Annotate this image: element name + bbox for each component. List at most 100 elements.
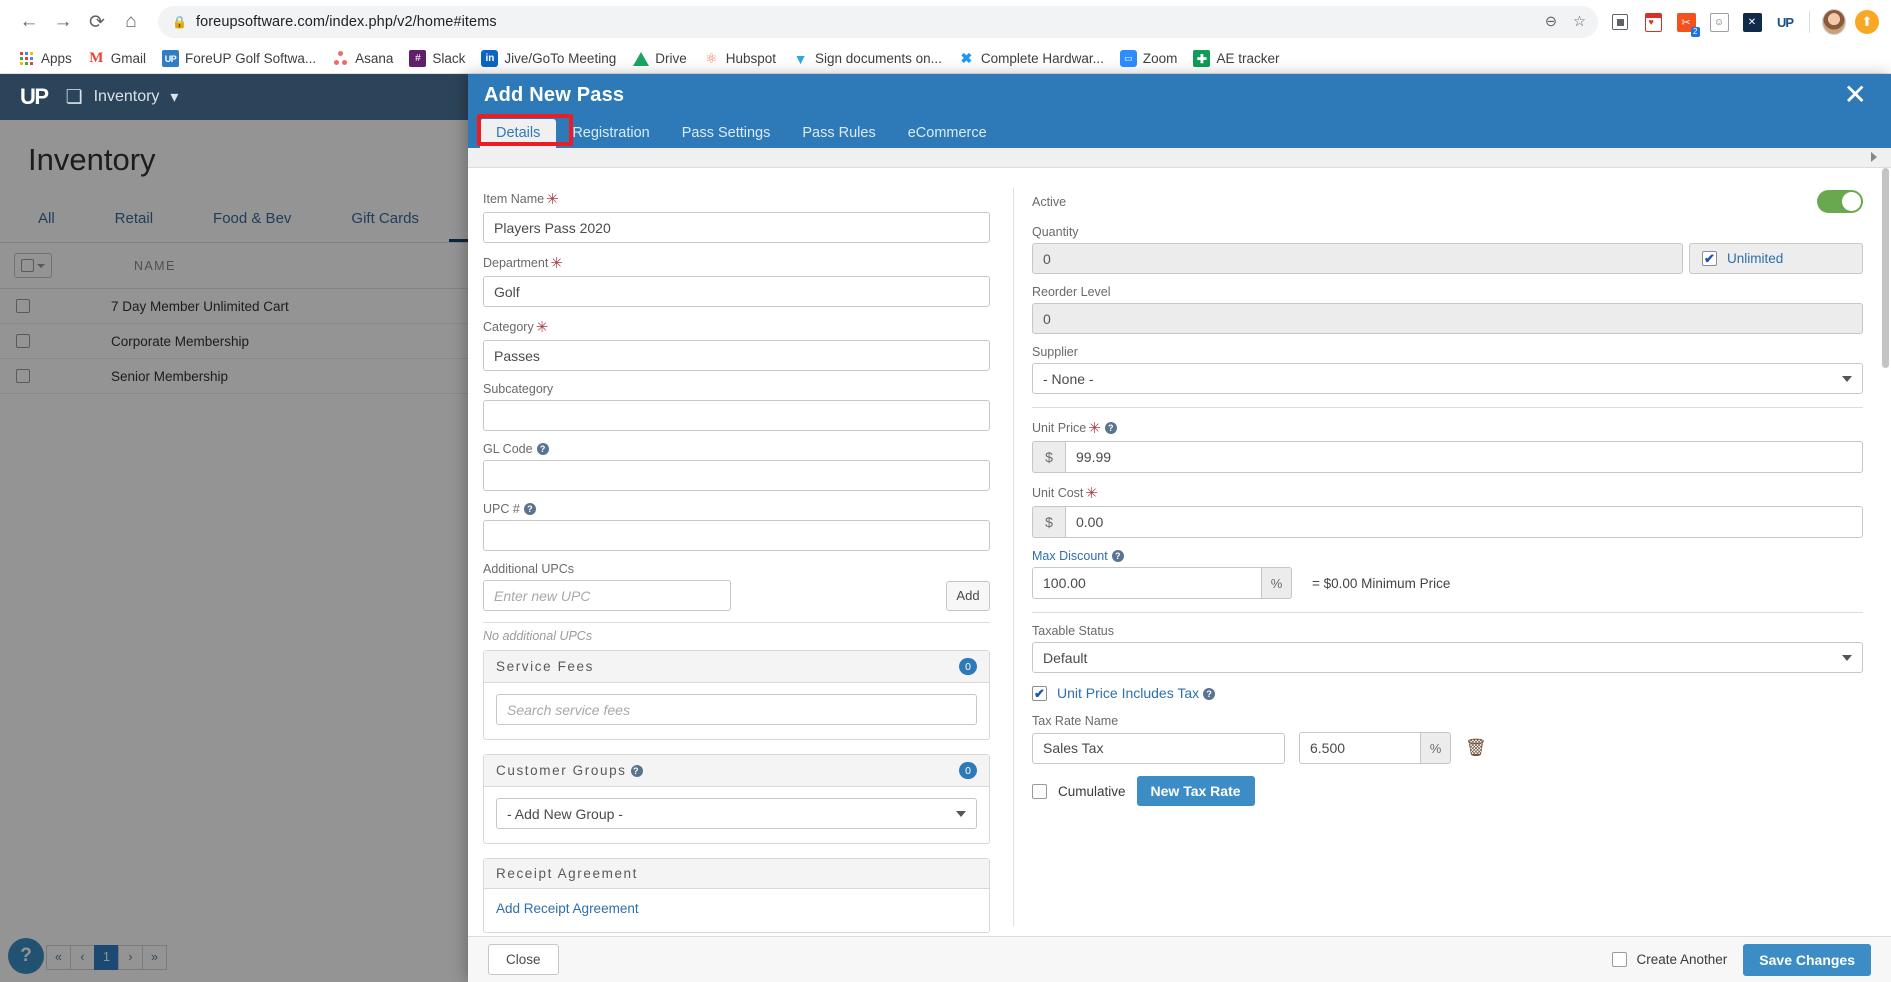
max-discount-field: Max Discount? 100.00 % = $0.00 Minimum P…: [1032, 549, 1863, 599]
foreup-extension-icon[interactable]: UP: [1773, 10, 1797, 34]
item-name-input[interactable]: Players Pass 2020: [483, 212, 990, 243]
subcategory-input[interactable]: [483, 400, 990, 431]
percent-suffix: %: [1261, 567, 1292, 599]
add-new-pass-modal: Add New Pass ✕ Details Registration Pass…: [468, 74, 1891, 982]
create-another-checkbox[interactable]: [1612, 952, 1628, 967]
bookmark-foreup[interactable]: UP ForeUP Golf Softwa...: [155, 47, 323, 70]
bookmark-label: Slack: [432, 51, 466, 66]
nav-item-inventory[interactable]: ❏ Inventory ▾: [66, 86, 179, 109]
help-icon[interactable]: ?: [1203, 688, 1216, 700]
save-changes-button[interactable]: Save Changes: [1743, 943, 1871, 976]
avatar[interactable]: [1822, 9, 1846, 35]
item-name-field: Item Name ✳ Players Pass 2020: [483, 190, 990, 243]
create-another-label: Create Another: [1636, 952, 1728, 967]
bookmark-label: Asana: [355, 51, 394, 66]
taxable-status-field: Taxable Status Default: [1032, 624, 1863, 673]
active-toggle[interactable]: [1817, 190, 1863, 213]
tab-registration[interactable]: Registration: [556, 119, 665, 148]
forward-icon[interactable]: →: [46, 5, 80, 39]
max-discount-row: 100.00 % = $0.00 Minimum Price: [1032, 567, 1863, 599]
bookmark-hubspot[interactable]: ⚛ Hubspot: [696, 47, 783, 70]
customer-group-select[interactable]: - Add New Group -: [496, 798, 977, 829]
quantity-input[interactable]: 0: [1032, 243, 1683, 274]
supplier-label: Supplier: [1032, 345, 1078, 359]
bookmark-ae-tracker[interactable]: ✚ AE tracker: [1186, 47, 1286, 70]
help-icon[interactable]: ?: [630, 765, 643, 777]
help-icon[interactable]: ?: [536, 443, 549, 455]
taxable-status-label: Taxable Status: [1032, 624, 1114, 638]
bookmark-apps[interactable]: Apps: [11, 47, 79, 70]
extension-navy-icon[interactable]: ✕: [1740, 10, 1764, 34]
screen-capture-icon[interactable]: [1608, 10, 1632, 34]
cumulative-checkbox[interactable]: [1032, 783, 1047, 799]
back-icon[interactable]: ←: [12, 5, 46, 39]
reload-icon[interactable]: ⟳: [80, 5, 114, 39]
department-input[interactable]: Golf: [483, 276, 990, 307]
home-icon[interactable]: ⌂: [114, 5, 148, 39]
trash-icon[interactable]: 🗑: [1465, 738, 1487, 758]
browser-menu-icon[interactable]: ⬆: [1855, 10, 1879, 34]
tab-details[interactable]: Details: [480, 119, 557, 148]
tab-pass-settings[interactable]: Pass Settings: [666, 119, 787, 148]
bookmark-jive[interactable]: in Jive/GoTo Meeting: [474, 47, 623, 70]
supplier-select[interactable]: - None -: [1032, 363, 1863, 394]
foreup-logo[interactable]: UP: [20, 84, 49, 110]
bookmark-complete-hardware[interactable]: ✖ Complete Hardwar...: [951, 47, 1111, 70]
modal-backdrop[interactable]: [0, 120, 468, 982]
max-discount-input[interactable]: 100.00: [1032, 567, 1261, 599]
upc-input[interactable]: [483, 520, 990, 551]
unit-price-includes-tax-checkbox[interactable]: ✔: [1032, 685, 1047, 701]
tab-ecommerce[interactable]: eCommerce: [892, 119, 1003, 148]
bookmark-sign-documents[interactable]: ▼ Sign documents on...: [785, 47, 949, 70]
address-bar[interactable]: 🔒 foreupsoftware.com/index.php/v2/home#i…: [158, 6, 1598, 38]
no-additional-upcs-text: No additional UPCs: [483, 629, 593, 643]
taxable-status-select[interactable]: Default: [1032, 642, 1863, 673]
divider: [1032, 612, 1863, 613]
star-icon[interactable]: ☆: [1573, 14, 1586, 30]
max-discount-label[interactable]: Max Discount?: [1032, 549, 1863, 563]
scroll-right-icon[interactable]: [1871, 152, 1877, 162]
bookmark-drive[interactable]: Drive: [625, 47, 694, 70]
extension-orange-icon[interactable]: ✂ 2: [1674, 10, 1700, 37]
unlimited-checkbox-group[interactable]: ✔ Unlimited: [1689, 243, 1863, 274]
service-fees-body: Search service fees: [484, 683, 989, 739]
unit-price-input[interactable]: 99.99: [1065, 441, 1863, 473]
additional-upc-input[interactable]: Enter new UPC: [483, 580, 731, 611]
reorder-level-input[interactable]: 0: [1032, 303, 1863, 334]
chevron-down-icon: [1842, 654, 1852, 661]
close-button[interactable]: Close: [488, 944, 559, 975]
tab-pass-rules[interactable]: Pass Rules: [786, 119, 891, 148]
active-row: Active: [1032, 190, 1863, 213]
tax-rate-percent-input[interactable]: 6.500: [1299, 732, 1420, 764]
new-tax-rate-button[interactable]: New Tax Rate: [1136, 776, 1255, 806]
password-manager-icon[interactable]: [1641, 10, 1665, 34]
zoom-out-icon[interactable]: ⊖: [1545, 14, 1557, 30]
scrollbar[interactable]: [1882, 168, 1889, 728]
bookmark-slack[interactable]: # Slack: [402, 47, 472, 70]
bookmark-label: Drive: [655, 51, 687, 66]
unit-cost-input[interactable]: 0.00: [1065, 506, 1863, 538]
add-receipt-agreement-link[interactable]: Add Receipt Agreement: [496, 901, 639, 916]
search-service-fees-input[interactable]: Search service fees: [496, 694, 977, 725]
bookmark-asana[interactable]: Asana: [325, 47, 400, 70]
extension-gray-icon[interactable]: ☺: [1707, 10, 1731, 34]
help-icon[interactable]: ?: [523, 503, 536, 515]
bookmark-zoom[interactable]: ▭ Zoom: [1113, 47, 1185, 70]
help-icon[interactable]: ?: [1111, 550, 1124, 562]
unit-price-includes-tax-row[interactable]: ✔ Unit Price Includes Tax?: [1032, 685, 1863, 701]
category-input[interactable]: Passes: [483, 340, 990, 371]
bookmark-label: Apps: [41, 51, 72, 66]
percent-suffix: %: [1420, 732, 1451, 764]
asana-icon: [332, 50, 349, 67]
unlimited-checkbox[interactable]: ✔: [1702, 251, 1717, 266]
close-icon[interactable]: ✕: [1844, 81, 1875, 109]
tax-rate-name-input[interactable]: Sales Tax: [1032, 732, 1285, 764]
gl-code-input[interactable]: [483, 460, 990, 491]
create-another-row[interactable]: Create Another: [1612, 952, 1727, 967]
add-upc-button[interactable]: Add: [946, 580, 990, 611]
bookmark-gmail[interactable]: M Gmail: [81, 47, 153, 70]
department-field: Department ✳ Golf: [483, 254, 990, 307]
customer-groups-panel: Customer Groups? 0 - Add New Group -: [483, 754, 990, 844]
help-icon[interactable]: ?: [1104, 422, 1117, 434]
modal-header: Add New Pass ✕: [468, 74, 1891, 116]
